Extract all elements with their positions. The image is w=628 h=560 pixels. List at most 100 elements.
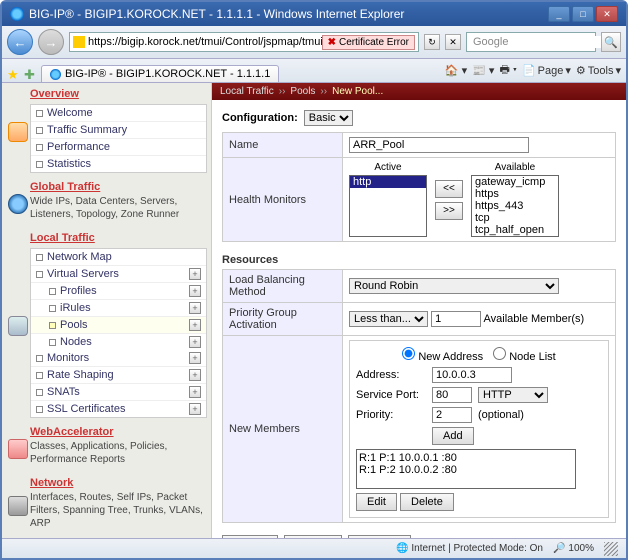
breadcrumb: Local Traffic ›› Pools ›› New Pool... [212,83,626,100]
nav-network-map[interactable]: Network Map [31,249,206,266]
hm-active-item[interactable]: http [350,176,426,188]
nm-priority-label: Priority: [356,409,426,421]
browser-navbar: ← → ✖Certificate Error ↻ ✕ G 🔍 [2,26,626,59]
stop-button[interactable]: ✕ [445,34,461,50]
status-bar: 🌐Internet | Protected Mode: On 🔎100% [2,538,626,558]
resources-table: Load Balancing Method Round Robin Priori… [222,269,616,523]
nav-statistics[interactable]: Statistics [31,156,206,172]
hm-avail-item[interactable]: tcp [472,212,558,224]
webaccelerator-icon [8,439,28,459]
nav-rate-shaping[interactable]: Rate Shaping+ [31,367,206,384]
server-icon [8,316,28,336]
nm-optional: (optional) [478,409,524,421]
hm-avail-item[interactable]: gateway_icmp [472,176,558,188]
name-input[interactable] [349,137,529,153]
lb-method-select[interactable]: Round Robin [349,278,559,294]
nav-webacc-desc: Classes, Applications, Policies, Perform… [30,440,207,469]
page-menu[interactable]: 📄 Page ▾ [522,61,571,80]
hm-avail-list[interactable]: gateway_icmp https https_443 tcp tcp_hal… [471,175,559,237]
nav-local-header[interactable]: Local Traffic [30,230,207,246]
nav-overview-header[interactable]: Overview [30,86,207,102]
maximize-button[interactable]: □ [572,6,594,22]
nm-address-input[interactable] [432,367,512,383]
breadcrumb-b[interactable]: Pools [290,86,315,97]
nav-global-header[interactable]: Global Traffic [30,179,207,195]
hm-avail-label: Available [495,162,535,173]
resize-grip[interactable] [604,542,618,556]
padlock-icon [73,36,85,48]
search-go-button[interactable]: 🔍 [601,32,621,52]
home-menu[interactable]: 🏠 ▾ [445,61,467,80]
new-members-label: New Members [223,336,343,523]
nav-network-header[interactable]: Network [30,475,207,491]
nm-member-item[interactable]: R:1 P:1 10.0.0.1 :80 [359,452,573,464]
forward-button[interactable]: → [38,29,64,55]
nm-port-type-select[interactable]: HTTP [478,387,548,403]
nm-members-list[interactable]: R:1 P:1 10.0.0.1 :80 R:1 P:2 10.0.0.2 :8… [356,449,576,489]
browser-tab[interactable]: BIG-IP® - BIGIP1.KOROCK.NET - 1.1.1.1 [41,65,279,82]
certificate-error-badge[interactable]: ✖Certificate Error [322,35,415,50]
sidebar: Overview Welcome Traffic Summary Perform… [2,83,212,551]
zoom-level[interactable]: 100% [568,543,594,554]
nav-ssl-certs[interactable]: SSL Certificates+ [31,401,206,417]
nav-virtual-servers[interactable]: Virtual Servers+ [31,266,206,283]
general-properties-table: Name Health Monitors Active http [222,132,616,242]
minimize-button[interactable]: _ [548,6,570,22]
nm-port-input[interactable] [432,387,472,403]
address-bar[interactable]: ✖Certificate Error [69,32,419,52]
nav-profiles[interactable]: Profiles+ [31,283,206,300]
configuration-select[interactable]: Basic [304,110,353,126]
nav-pools[interactable]: Pools+ [31,317,206,334]
refresh-button[interactable]: ↻ [424,34,440,50]
nav-nodes[interactable]: Nodes+ [31,334,206,350]
nav-global-desc: Wide IPs, Data Centers, Servers, Listene… [30,195,207,224]
new-address-radio[interactable]: New Address [402,347,483,363]
resources-header: Resources [222,254,616,266]
close-button[interactable]: ✕ [596,6,618,22]
url-input[interactable] [88,36,322,48]
pga-count-input[interactable] [431,311,481,327]
nav-traffic-summary[interactable]: Traffic Summary [31,122,206,139]
name-label: Name [223,133,343,158]
globe-icon [8,194,28,214]
ie-icon [10,7,24,21]
tab-title: BIG-IP® - BIGIP1.KOROCK.NET - 1.1.1.1 [65,68,270,80]
nm-add-button[interactable]: Add [432,427,474,445]
browser-tabbar: ★ ✚ BIG-IP® - BIGIP1.KOROCK.NET - 1.1.1.… [2,59,626,83]
search-input[interactable] [473,36,615,48]
pga-suffix: Available Member(s) [484,313,585,325]
zoom-icon[interactable]: 🔎 [553,543,565,554]
node-list-radio[interactable]: Node List [493,347,556,363]
network-icon [8,496,28,516]
nav-irules[interactable]: iRules+ [31,300,206,317]
security-zone-text: Internet | Protected Mode: On [411,543,543,554]
hm-avail-item[interactable]: https [472,188,558,200]
lb-method-label: Load Balancing Method [223,270,343,303]
nm-delete-button[interactable]: Delete [400,493,454,511]
breadcrumb-c: New Pool... [332,86,383,97]
hm-active-list[interactable]: http [349,175,427,237]
nav-performance[interactable]: Performance [31,139,206,156]
pga-mode-select[interactable]: Less than... [349,311,428,327]
favorites-icon[interactable]: ★ [7,67,21,81]
tools-menu[interactable]: ⚙ Tools ▾ [576,61,621,80]
nm-priority-input[interactable] [432,407,472,423]
breadcrumb-a[interactable]: Local Traffic [220,86,274,97]
nav-snats[interactable]: SNATs+ [31,384,206,401]
hm-avail-item[interactable]: https_443 [472,200,558,212]
back-button[interactable]: ← [7,29,33,55]
feeds-menu[interactable]: 📰 ▾ [472,61,494,80]
print-menu[interactable]: 🖶 ▾ [499,61,517,80]
nav-webacc-header[interactable]: WebAccelerator [30,424,207,440]
tab-favicon-icon [50,69,61,80]
hm-move-left-button[interactable]: << [435,180,463,198]
hm-avail-item[interactable]: tcp_half_open [472,224,558,236]
add-favorites-icon[interactable]: ✚ [24,67,38,81]
nm-member-item[interactable]: R:1 P:2 10.0.0.2 :80 [359,464,573,476]
nav-monitors[interactable]: Monitors+ [31,350,206,367]
overview-icon [8,122,28,142]
nav-welcome[interactable]: Welcome [31,105,206,122]
search-bar[interactable]: G [466,32,596,52]
nm-edit-button[interactable]: Edit [356,493,397,511]
hm-move-right-button[interactable]: >> [435,202,463,220]
